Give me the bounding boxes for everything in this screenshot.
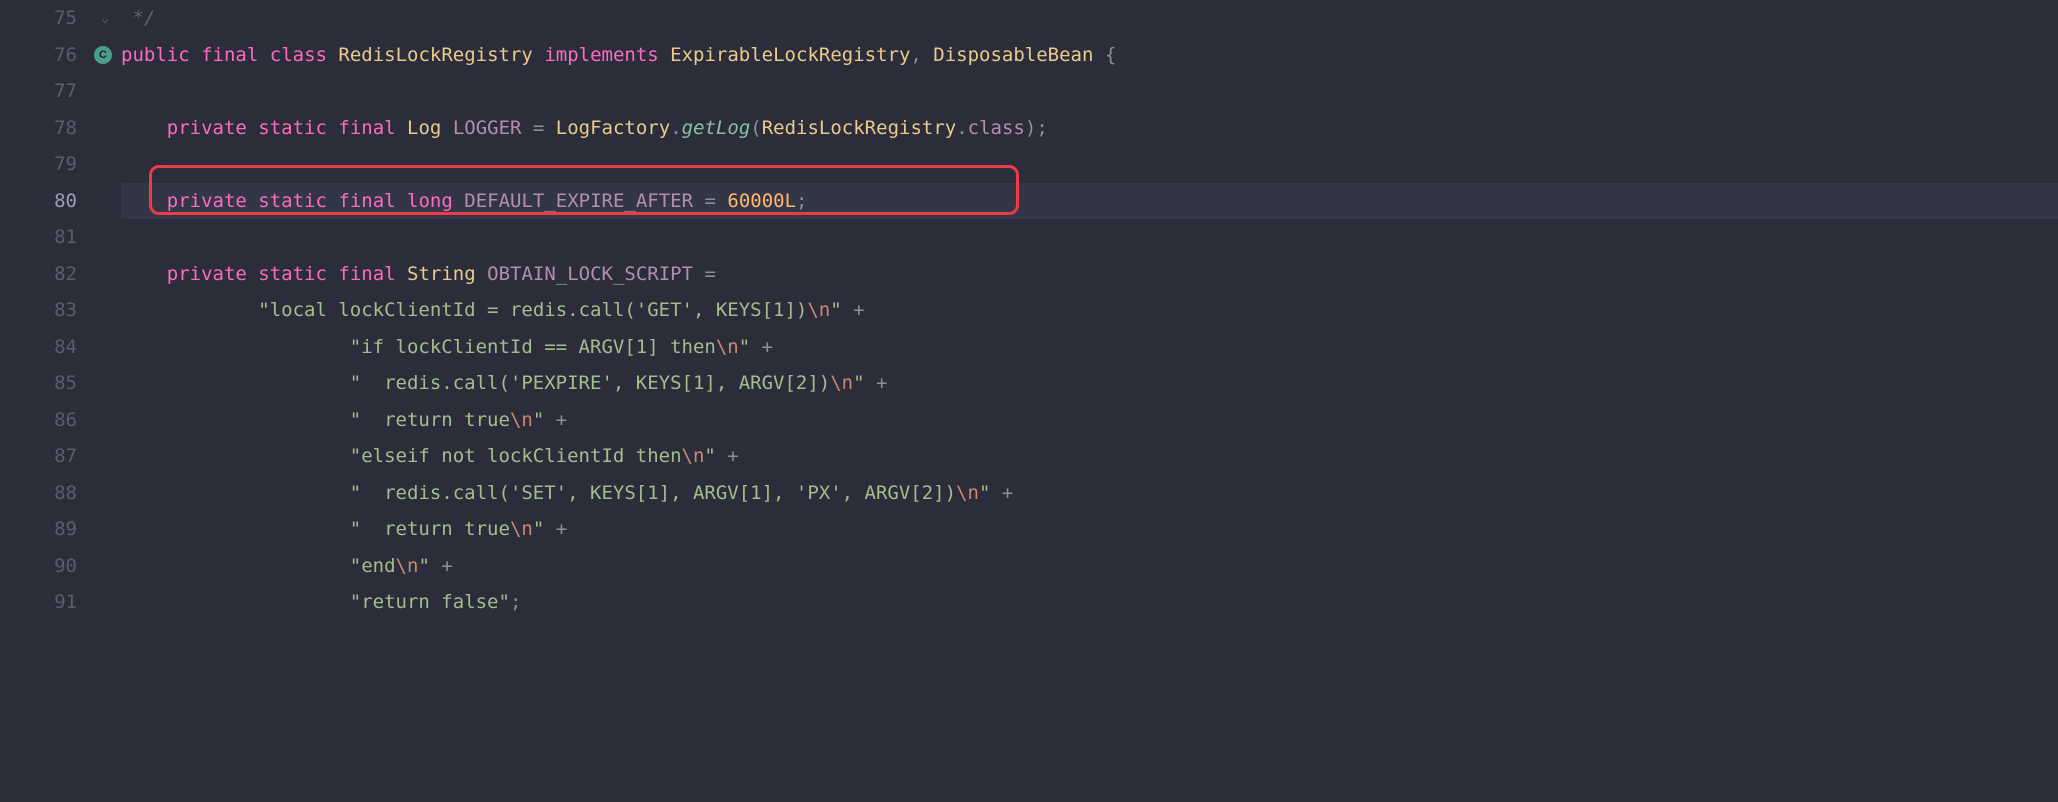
line-number: 83 (0, 292, 77, 329)
code-line[interactable]: " return true\n" + (121, 511, 2058, 548)
code-line[interactable]: "local lockClientId = redis.call('GET', … (121, 292, 2058, 329)
line-number: 79 (0, 146, 77, 183)
code-line[interactable]: " redis.call('PEXPIRE', KEYS[1], ARGV[2]… (121, 365, 2058, 402)
line-number: 75 (0, 0, 77, 37)
line-number: 77 (0, 73, 77, 110)
line-number: 80 (0, 183, 77, 220)
class-icon[interactable]: C (94, 46, 112, 64)
code-line[interactable]: private static final Log LOGGER = LogFac… (121, 110, 2058, 147)
line-number: 89 (0, 511, 77, 548)
code-line[interactable]: "end\n" + (121, 548, 2058, 585)
code-line[interactable] (121, 146, 2058, 183)
line-number: 84 (0, 329, 77, 366)
code-line[interactable] (121, 73, 2058, 110)
line-number: 85 (0, 365, 77, 402)
code-line[interactable]: " redis.call('SET', KEYS[1], ARGV[1], 'P… (121, 475, 2058, 512)
code-line[interactable] (121, 219, 2058, 256)
code-line[interactable]: "elseif not lockClientId then\n" + (121, 438, 2058, 475)
line-number: 76 (0, 37, 77, 74)
code-line-highlighted[interactable]: private static final long DEFAULT_EXPIRE… (121, 183, 2058, 220)
code-editor[interactable]: 75 76 77 78 79 80 81 82 83 84 85 86 87 8… (0, 0, 2058, 802)
line-number: 86 (0, 402, 77, 439)
code-line[interactable]: "if lockClientId == ARGV[1] then\n" + (121, 329, 2058, 366)
fold-icon[interactable]: ⌄ (101, 0, 109, 37)
code-line[interactable]: " return true\n" + (121, 402, 2058, 439)
line-number: 87 (0, 438, 77, 475)
code-line[interactable]: public final class RedisLockRegistry imp… (121, 37, 2058, 74)
line-number: 82 (0, 256, 77, 293)
code-line[interactable]: private static final String OBTAIN_LOCK_… (121, 256, 2058, 293)
line-number: 90 (0, 548, 77, 585)
line-number: 91 (0, 584, 77, 621)
code-line[interactable]: */ (121, 0, 2058, 37)
line-number-gutter: 75 76 77 78 79 80 81 82 83 84 85 86 87 8… (0, 0, 95, 802)
line-number: 88 (0, 475, 77, 512)
line-number: 81 (0, 219, 77, 256)
code-line[interactable]: "return false"; (121, 584, 2058, 621)
code-content[interactable]: */ public final class RedisLockRegistry … (121, 0, 2058, 802)
line-number: 78 (0, 110, 77, 147)
gutter-icons: ⌄ C (95, 0, 121, 802)
